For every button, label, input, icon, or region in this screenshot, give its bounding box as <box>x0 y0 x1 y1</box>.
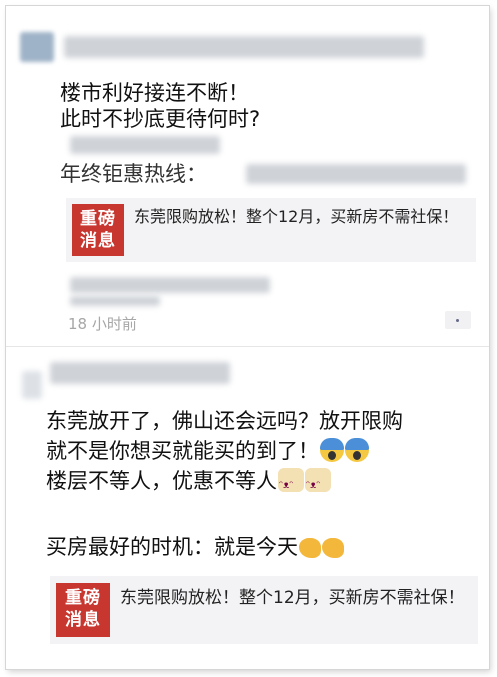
blurred-name <box>64 36 424 58</box>
badge-bottom-text: 消息 <box>80 231 116 251</box>
link-card[interactable]: 重磅 消息 东莞限购放松！整个12月，买新房不需社保！ <box>66 198 476 262</box>
card-title: 东莞限购放松！整个12月，买新房不需社保！ <box>134 207 459 226</box>
snail-emoji <box>299 538 321 558</box>
post-text-line-1: 东莞放开了，佛山还会远吗？放开限购 <box>46 409 403 433</box>
post-text-line-3: 楼层不等人，优惠不等人 <box>46 467 331 500</box>
face-screaming-emoji <box>345 438 369 462</box>
card-title: 东莞限购放松！整个12月，买新房不需社保！ <box>120 588 465 608</box>
blurred-location-2 <box>70 296 160 306</box>
blurred-text <box>70 136 220 154</box>
more-dots-icon[interactable] <box>445 311 471 329</box>
post-time: 18 小时前 <box>68 315 137 333</box>
snail-emoji <box>322 538 344 558</box>
divider <box>6 346 489 347</box>
post-text-line-2: 就不是你想买就能买的到了！ <box>46 437 369 465</box>
face-screaming-emoji <box>320 438 344 462</box>
news-thumbnail: 重磅 消息 <box>56 583 110 637</box>
badge-bottom-text: 消息 <box>65 610 101 630</box>
post-text-line-1: 楼市利好接连不断！ <box>60 81 249 105</box>
post-text-line-2: 此时不抄底更待何时? <box>60 107 261 131</box>
news-thumbnail: 重磅 消息 <box>72 204 124 256</box>
badge-top-text: 重磅 <box>80 209 116 229</box>
blurred-name-2 <box>50 362 230 384</box>
post-text-line-4-label: 买房最好的时机：就是今天 <box>46 535 298 559</box>
cat-face-emoji <box>305 468 331 500</box>
blurred-location <box>70 277 270 293</box>
screenshot-frame: 楼市利好接连不断！ 此时不抄底更待何时? 年终钜惠热线： 重磅 消息 东莞限购放… <box>6 6 489 669</box>
avatar[interactable] <box>20 32 54 62</box>
blurred-phone <box>246 164 466 184</box>
post-text-line-2-label: 就不是你想买就能买的到了！ <box>46 439 319 463</box>
post-text-line-3-label: 楼层不等人，优惠不等人 <box>46 469 277 493</box>
link-card-2[interactable]: 重磅 消息 东莞限购放松！整个12月，买新房不需社保！ <box>50 576 478 644</box>
post-text-line-4: 买房最好的时机：就是今天 <box>46 533 344 561</box>
cat-face-emoji <box>278 468 304 500</box>
post-text-line-3: 年终钜惠热线： <box>60 162 207 186</box>
blurred-avatar-2 <box>22 371 42 399</box>
badge-top-text: 重磅 <box>65 588 101 608</box>
